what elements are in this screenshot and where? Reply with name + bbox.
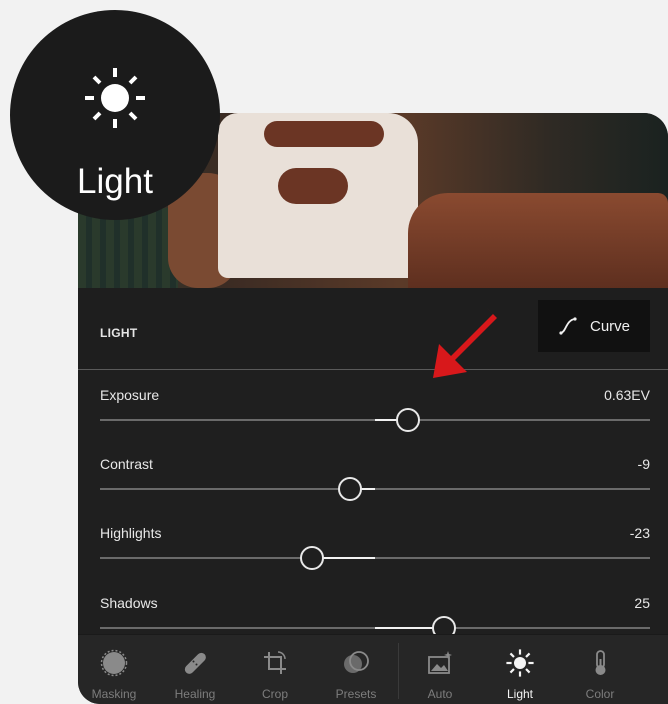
light-badge: Light <box>10 10 220 220</box>
presets-icon <box>344 651 369 673</box>
slider-track[interactable] <box>100 488 650 490</box>
toolbar-divider <box>398 643 399 699</box>
slider-label: Shadows <box>100 595 158 611</box>
light-section-header: LIGHT Curve <box>78 288 668 370</box>
sun-icon <box>506 649 534 677</box>
tool-color[interactable]: Color <box>560 635 640 704</box>
slider-label: Highlights <box>100 525 162 541</box>
auto-icon <box>428 651 452 674</box>
tool-light[interactable]: Light <box>480 635 560 704</box>
pointer-arrow <box>433 308 497 378</box>
tool-label: Masking <box>91 687 137 701</box>
slider-value: -23 <box>629 525 650 541</box>
tool-label: Color <box>585 687 615 701</box>
curve-button-label: Curve <box>589 317 630 335</box>
tool-label: Presets <box>335 687 377 701</box>
bandage-icon <box>184 652 206 674</box>
tool-label: Auto <box>427 687 453 701</box>
photo-chair <box>78 208 178 288</box>
tool-label: Healing <box>174 687 216 701</box>
slider-highlights[interactable]: Highlights -23 <box>100 525 650 585</box>
tool-crop[interactable]: Crop <box>235 635 315 704</box>
tool-masking[interactable]: Masking <box>78 635 154 704</box>
slider-exposure[interactable]: Exposure 0.63EV <box>100 387 650 447</box>
badge-label: Light <box>77 162 153 201</box>
tool-healing[interactable]: Healing <box>155 635 235 704</box>
slider-contrast[interactable]: Contrast -9 <box>100 456 650 516</box>
slider-value: -9 <box>637 456 650 472</box>
bottom-toolbar: Masking Healing Crop Presets Auto Light … <box>78 634 668 704</box>
photo-shirt-print <box>264 121 384 147</box>
crop-icon <box>264 651 286 674</box>
slider-thumb[interactable] <box>396 408 420 432</box>
slider-value: 25 <box>634 595 650 611</box>
masking-icon <box>100 649 128 677</box>
thermometer-icon <box>595 650 606 675</box>
tool-presets[interactable]: Presets <box>316 635 396 704</box>
tool-label: Crop <box>261 687 288 701</box>
divider <box>78 369 668 370</box>
sun-icon <box>85 68 145 128</box>
slider-label: Exposure <box>100 387 160 403</box>
tool-auto[interactable]: Auto <box>400 635 480 704</box>
slider-track[interactable] <box>100 557 650 559</box>
slider-value: 0.63EV <box>604 387 650 403</box>
slider-label: Contrast <box>100 456 153 472</box>
photo-shirt-print-2 <box>278 168 348 204</box>
curve-button[interactable]: Curve <box>538 300 650 352</box>
section-title: LIGHT <box>100 326 138 340</box>
tool-label: Light <box>506 687 534 701</box>
photo-legs <box>408 193 668 288</box>
curve-icon <box>559 317 577 335</box>
slider-thumb[interactable] <box>338 477 363 501</box>
slider-thumb[interactable] <box>299 546 324 570</box>
